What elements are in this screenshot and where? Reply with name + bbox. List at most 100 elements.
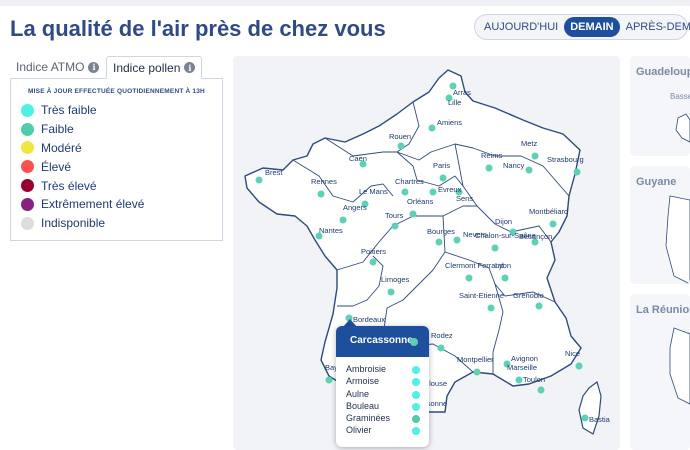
city-point[interactable] bbox=[317, 190, 325, 198]
city-point[interactable] bbox=[428, 124, 436, 132]
city-point[interactable] bbox=[581, 414, 589, 422]
popup-city-name: Carcassonne bbox=[350, 335, 413, 346]
popup-pollen-row: Aulne bbox=[346, 389, 429, 401]
city-point[interactable] bbox=[325, 376, 333, 384]
city-point[interactable] bbox=[429, 188, 437, 196]
city-point[interactable] bbox=[485, 164, 493, 172]
city-point[interactable] bbox=[515, 376, 523, 384]
city-point[interactable] bbox=[531, 152, 539, 160]
popup-header: Carcassonne bbox=[336, 326, 429, 357]
city-point[interactable] bbox=[525, 166, 533, 174]
legend-item: Indisponible bbox=[21, 214, 222, 233]
city-label: Montpellier bbox=[457, 355, 494, 364]
popup-pollen-dot bbox=[412, 415, 420, 424]
info-icon[interactable]: i bbox=[184, 62, 196, 73]
popup-pollen-dot bbox=[412, 366, 420, 374]
city-point[interactable] bbox=[487, 304, 495, 312]
city-point[interactable] bbox=[401, 188, 409, 196]
popup-pollen-label: Ambroisie bbox=[346, 364, 387, 374]
city-point[interactable] bbox=[473, 368, 481, 376]
city-label: Tours bbox=[385, 211, 404, 220]
city-point[interactable] bbox=[435, 238, 443, 246]
reunion-panel[interactable]: La Réunion Sain bbox=[630, 294, 690, 450]
guadeloupe-map bbox=[675, 113, 690, 143]
popup-pollen-label: Bouleau bbox=[346, 400, 380, 411]
popup-pollen-dot bbox=[412, 402, 420, 411]
corsica-outline bbox=[578, 380, 602, 435]
legend-item: Élevé bbox=[21, 157, 222, 176]
city-label: Arras bbox=[453, 88, 471, 97]
city-label: Saint-Etienne bbox=[459, 291, 504, 300]
city-popup: Carcassonne Ambroisie Armoise Aulne Bouleau… bbox=[336, 326, 429, 447]
popup-pollen-row: Armoise bbox=[346, 376, 429, 388]
city-label: Sens bbox=[456, 194, 473, 203]
city-label: Bastia bbox=[589, 415, 611, 424]
guadeloupe-panel[interactable]: Guadeloupe Basse bbox=[630, 56, 690, 156]
legend-label: Indisponible bbox=[41, 216, 106, 231]
city-point[interactable] bbox=[575, 362, 583, 370]
city-label: Orléans bbox=[407, 197, 434, 206]
popup-pollen-dot bbox=[412, 378, 420, 387]
city-label: Rodez bbox=[431, 331, 453, 340]
city-label: Le Mans bbox=[359, 187, 388, 196]
tab-indice-pollen-label: Indice pollen bbox=[113, 60, 181, 75]
city-point[interactable] bbox=[437, 344, 445, 352]
reunion-map bbox=[669, 327, 690, 405]
day-toggle: AUJOURD'HUI DEMAIN APRÈS-DEMAIN bbox=[474, 14, 690, 40]
day-after-tomorrow-button[interactable]: APRÈS-DEMAIN bbox=[620, 17, 690, 37]
guyane-panel[interactable]: Guyane Ca bbox=[630, 166, 690, 284]
legend-update-note: MISE À JOUR EFFECTUÉE QUOTIDIENNEMENT À … bbox=[28, 88, 205, 95]
city-label: Amiens bbox=[437, 118, 462, 127]
city-label: Avignon bbox=[511, 354, 538, 363]
popup-pollen-label: Graminées bbox=[346, 413, 391, 424]
popup-city-indicator bbox=[410, 338, 418, 346]
city-point[interactable] bbox=[501, 274, 509, 282]
legend-panel: MISE À JOUR EFFECTUÉE QUOTIDIENNEMENT À … bbox=[10, 78, 223, 241]
legend-swatch bbox=[21, 122, 34, 136]
city-point[interactable] bbox=[339, 216, 347, 224]
city-point[interactable] bbox=[397, 142, 405, 150]
city-label: Strasbourg bbox=[547, 155, 584, 164]
city-point[interactable] bbox=[255, 176, 263, 184]
city-label: Metz bbox=[521, 139, 538, 148]
city-label: Brest bbox=[265, 168, 283, 177]
city-label: Limoges bbox=[381, 275, 410, 284]
info-icon[interactable]: i bbox=[88, 61, 100, 73]
city-point[interactable] bbox=[535, 302, 543, 310]
city-point[interactable] bbox=[491, 244, 499, 252]
city-label: Evreux bbox=[438, 185, 462, 194]
city-label: Rennes bbox=[311, 177, 337, 186]
top-strip bbox=[0, 0, 690, 6]
city-point[interactable] bbox=[453, 236, 461, 244]
legend-swatch bbox=[21, 179, 34, 193]
city-point[interactable] bbox=[573, 168, 581, 176]
city-label: Angers bbox=[343, 203, 367, 212]
city-label: Montbéliard bbox=[529, 207, 568, 216]
city-point[interactable] bbox=[369, 258, 377, 266]
city-point[interactable] bbox=[439, 174, 447, 182]
city-label: Caen bbox=[349, 154, 367, 163]
city-point[interactable] bbox=[409, 210, 417, 218]
city-point[interactable] bbox=[391, 222, 399, 230]
city-label: Poitiers bbox=[361, 247, 386, 256]
popup-pollen-list: Ambroisie Armoise Aulne Bouleau Graminées Oli… bbox=[336, 357, 429, 438]
city-point[interactable] bbox=[387, 288, 395, 296]
city-point[interactable] bbox=[549, 220, 557, 228]
tab-indice-pollen[interactable]: Indice pollen i bbox=[106, 56, 203, 79]
city-label: Bourges bbox=[427, 227, 455, 236]
day-tomorrow-button[interactable]: DEMAIN bbox=[564, 17, 620, 37]
popup-pollen-row: Bouleau bbox=[346, 401, 429, 413]
legend-item: Extrêmement élevé bbox=[21, 195, 222, 214]
day-today-button[interactable]: AUJOURD'HUI bbox=[478, 17, 564, 37]
city-point[interactable] bbox=[465, 274, 473, 282]
city-label: Reims bbox=[481, 151, 503, 160]
guyane-map bbox=[665, 195, 690, 284]
popup-pollen-label: Armoise bbox=[346, 376, 380, 387]
popup-pollen-label: Aulne bbox=[346, 388, 370, 399]
page-title: La qualité de l'air près de chez vous bbox=[10, 16, 386, 41]
city-label: Nice bbox=[565, 349, 580, 358]
city-point[interactable] bbox=[537, 386, 545, 394]
city-label: Rouen bbox=[389, 132, 411, 141]
tab-indice-atmo[interactable]: Indice ATMO i bbox=[16, 56, 100, 78]
legend-swatch bbox=[21, 216, 34, 230]
